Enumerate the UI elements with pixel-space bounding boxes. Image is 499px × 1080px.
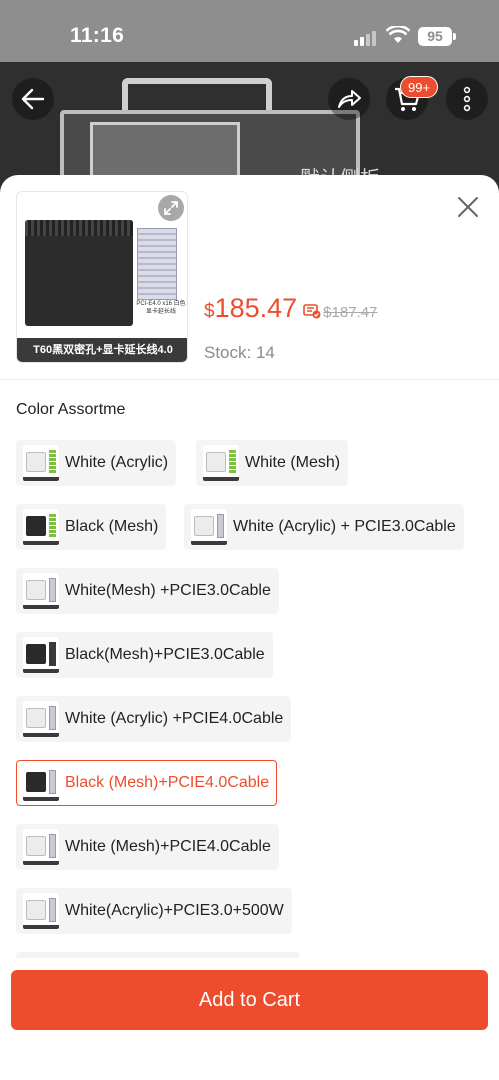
status-bar: 11:16 95 <box>0 0 499 62</box>
option-swatch <box>23 829 59 865</box>
case-interior-graphic <box>90 122 240 182</box>
variation-option[interactable]: White (Acrylic) <box>16 440 177 486</box>
case-handle-graphic <box>122 78 272 114</box>
price-currency: $ <box>204 301 215 322</box>
expand-image-button[interactable] <box>158 195 184 221</box>
variation-bottom-sheet: PCI-E4.0 x16 白色显卡延长线 T60黑双密孔+显卡延长线4.0 $ … <box>0 175 499 1080</box>
battery-indicator: 95 <box>418 27 452 46</box>
variation-option-selected[interactable]: Black (Mesh)+PCIE4.0Cable <box>16 760 278 806</box>
price-value: 185.47 <box>214 293 298 323</box>
option-swatch <box>23 765 59 801</box>
option-label: Black(Mesh)+PCIE3.0Cable <box>65 646 265 663</box>
option-label: Black (Mesh) <box>65 518 159 535</box>
stock-count: Stock: 14 <box>204 343 275 362</box>
status-time: 11:16 <box>70 24 125 47</box>
share-button[interactable] <box>328 78 370 120</box>
variation-option[interactable]: Black(Mesh)+PCIE3.0Cable <box>16 632 273 678</box>
signal-icon <box>354 30 378 46</box>
option-label: White(Mesh) +PCIE3.0Cable <box>65 582 271 599</box>
variation-label: Color Assortme <box>16 401 126 418</box>
cart-count-badge: 99+ <box>400 76 439 98</box>
price-row: $ 185.47 $187.47 <box>204 293 377 324</box>
option-swatch <box>191 509 227 545</box>
variation-option[interactable]: White (Mesh)+PCIE4.0Cable <box>16 824 279 870</box>
option-swatch <box>23 893 59 929</box>
sheet-footer: Add to Cart <box>0 958 499 1080</box>
option-swatch <box>203 445 239 481</box>
back-arrow-icon <box>21 88 45 110</box>
option-label: Black (Mesh)+PCIE4.0Cable <box>65 774 270 791</box>
variation-option[interactable]: White (Mesh) <box>196 440 349 486</box>
option-label: White (Mesh)+PCIE4.0Cable <box>65 838 271 855</box>
option-label: White(Acrylic)+PCIE3.0+500W <box>65 902 284 919</box>
option-swatch <box>23 445 59 481</box>
thumbnail-caption: T60黑双密孔+显卡延长线4.0 <box>17 338 187 362</box>
thumbnail-cable-graphic <box>137 228 177 300</box>
option-label: White (Acrylic) + PCIE3.0Cable <box>233 518 456 535</box>
back-button[interactable] <box>12 78 54 120</box>
close-icon[interactable] <box>454 193 482 221</box>
original-price: $187.47 <box>323 304 378 321</box>
variation-option[interactable]: White (Acrylic) + PCIE3.0Cable <box>184 504 464 550</box>
coin-icon <box>303 304 321 319</box>
divider <box>0 379 499 380</box>
more-button[interactable] <box>446 78 488 120</box>
more-icon <box>463 86 471 112</box>
option-swatch <box>23 573 59 609</box>
variation-option[interactable]: White(Mesh) +PCIE3.0Cable <box>16 568 279 614</box>
add-to-cart-button[interactable]: Add to Cart <box>11 970 488 1030</box>
option-swatch <box>23 509 59 545</box>
thumbnail-case-vent <box>25 220 133 236</box>
option-swatch <box>23 701 59 737</box>
option-label: White (Acrylic) <box>65 454 169 471</box>
option-label: White (Mesh) <box>245 454 341 471</box>
variation-option[interactable]: Black (Mesh) <box>16 504 167 550</box>
variation-option[interactable]: White(Acrylic)+PCIE3.0+500W <box>16 888 292 934</box>
option-swatch <box>23 637 59 673</box>
variation-option[interactable]: White (Acrylic) +PCIE4.0Cable <box>16 696 292 742</box>
share-icon <box>338 90 361 108</box>
wifi-icon <box>386 26 410 43</box>
expand-icon <box>164 201 178 215</box>
battery-tip <box>453 33 456 40</box>
thumbnail-cable-text: PCI-E4.0 x16 白色显卡延长线 <box>136 301 186 315</box>
option-label: White (Acrylic) +PCIE4.0Cable <box>65 710 284 727</box>
